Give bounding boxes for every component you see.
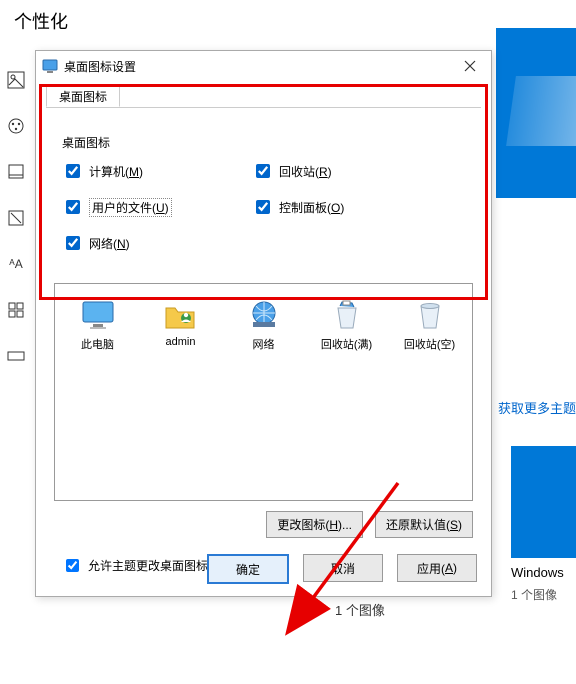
icon-label: admin bbox=[144, 336, 217, 348]
recyclebin-full-icon bbox=[310, 294, 383, 330]
theme-name: Windows bbox=[511, 565, 576, 580]
themes-icon[interactable] bbox=[6, 208, 26, 228]
network-icon bbox=[227, 294, 300, 330]
checkbox-computer[interactable]: 计算机(M) bbox=[62, 161, 252, 181]
theme-image-count: 1 个图像 bbox=[511, 586, 576, 603]
cancel-button[interactable]: 取消 bbox=[303, 554, 383, 582]
personalization-icon bbox=[42, 58, 58, 74]
colors-icon[interactable] bbox=[6, 116, 26, 136]
apply-button[interactable]: 应用(A) bbox=[397, 554, 477, 582]
theme-thumbnail[interactable] bbox=[511, 446, 576, 558]
checkbox-network-input[interactable] bbox=[66, 236, 80, 250]
icon-item-recyclefull[interactable]: 回收站(满) bbox=[310, 294, 383, 352]
desktop-icon-settings-dialog: 桌面图标设置 桌面图标 桌面图标 计算机(M) 回收站(R) 用户的文件(U) bbox=[35, 50, 492, 597]
get-more-themes-link[interactable]: 获取更多主题 bbox=[498, 398, 576, 417]
ok-button[interactable]: 确定 bbox=[207, 554, 289, 584]
tab-desktop-icons[interactable]: 桌面图标 bbox=[46, 84, 120, 107]
desktop-icons-checkbox-grid: 计算机(M) 回收站(R) 用户的文件(U) 控制面板(O) 网络(N) bbox=[62, 161, 473, 253]
change-icon-button[interactable]: 更改图标(H)... bbox=[266, 511, 363, 538]
checkbox-network[interactable]: 网络(N) bbox=[62, 233, 252, 253]
taskbar-icon[interactable] bbox=[6, 346, 26, 366]
fonts-icon[interactable]: ᴬA bbox=[6, 254, 26, 274]
icon-label: 此电脑 bbox=[61, 336, 134, 352]
lockscreen-icon[interactable] bbox=[6, 162, 26, 182]
icon-label: 回收站(满) bbox=[310, 336, 383, 352]
selected-theme-image-count: 1 个图像 bbox=[335, 600, 385, 619]
tab-strip: 桌面图标 bbox=[46, 81, 481, 108]
icon-label: 网络 bbox=[227, 336, 300, 352]
recyclebin-empty-icon bbox=[393, 294, 466, 330]
start-icon[interactable] bbox=[6, 300, 26, 320]
checkbox-userfiles-input[interactable] bbox=[66, 200, 80, 214]
checkbox-computer-input[interactable] bbox=[66, 164, 80, 178]
icon-label: 回收站(空) bbox=[393, 336, 466, 352]
checkbox-recyclebin[interactable]: 回收站(R) bbox=[252, 161, 442, 181]
monitor-icon bbox=[61, 294, 134, 330]
checkbox-userfiles[interactable]: 用户的文件(U) bbox=[62, 197, 252, 217]
settings-left-rail: ᴬA bbox=[0, 70, 32, 392]
icon-item-network[interactable]: 网络 bbox=[227, 294, 300, 352]
icon-item-admin[interactable]: admin bbox=[144, 294, 217, 352]
checkbox-controlpanel-input[interactable] bbox=[256, 200, 270, 214]
close-icon bbox=[464, 60, 476, 72]
icon-item-recycleempty[interactable]: 回收站(空) bbox=[393, 294, 466, 352]
checkbox-recyclebin-input[interactable] bbox=[256, 164, 270, 178]
dialog-title: 桌面图标设置 bbox=[64, 58, 455, 75]
close-button[interactable] bbox=[455, 52, 485, 80]
user-folder-icon bbox=[144, 294, 217, 330]
page-title: 个性化 bbox=[0, 0, 576, 40]
dialog-titlebar: 桌面图标设置 bbox=[36, 51, 491, 81]
desktop-icons-group-label: 桌面图标 bbox=[62, 134, 473, 151]
desktop-preview bbox=[496, 28, 576, 198]
restore-defaults-button[interactable]: 还原默认值(S) bbox=[375, 511, 473, 538]
checkbox-controlpanel[interactable]: 控制面板(O) bbox=[252, 197, 442, 217]
background-icon[interactable] bbox=[6, 70, 26, 90]
allow-themes-checkbox-input[interactable] bbox=[66, 559, 79, 572]
icon-preview-list[interactable]: 此电脑 admin 网络 回收站(满) 回收站(空) bbox=[54, 283, 473, 501]
icon-item-thispc[interactable]: 此电脑 bbox=[61, 294, 134, 352]
